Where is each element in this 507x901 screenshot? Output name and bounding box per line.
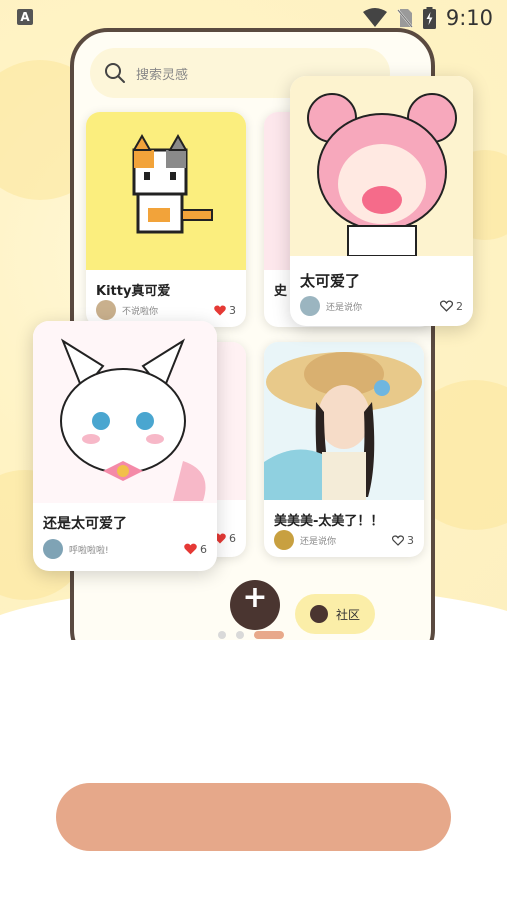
community-icon xyxy=(309,605,328,623)
card-author: 还是说你 xyxy=(326,302,363,313)
card-meta: 还是说你 2 xyxy=(300,296,463,316)
avatar xyxy=(96,300,116,320)
page-indicator xyxy=(218,631,284,639)
pink-girl-illustration xyxy=(307,93,457,257)
battery-charging-icon xyxy=(422,7,436,29)
cat-illustration xyxy=(132,133,213,234)
card-title: 太可爱了 xyxy=(300,272,361,290)
add-post-button[interactable]: + xyxy=(230,580,280,630)
heart-outline-icon xyxy=(392,534,404,546)
like-button[interactable]: 6 xyxy=(214,532,236,545)
like-button[interactable]: 2 xyxy=(440,300,463,313)
floating-card[interactable]: 太可爱了 还是说你 2 xyxy=(290,76,473,326)
card-author: 呼啦啦啦! xyxy=(69,545,109,556)
search-placeholder: 搜索灵感 xyxy=(136,67,189,83)
like-count: 3 xyxy=(229,303,236,317)
card-meta: 还是说你 3 xyxy=(274,530,414,550)
wifi-icon xyxy=(362,8,387,27)
card-title: 还是太可爱了 xyxy=(43,516,127,532)
app-indicator-icon: A xyxy=(17,9,33,25)
avatar xyxy=(300,296,320,316)
page-dot-active xyxy=(254,631,284,639)
girl-straw-hat-image xyxy=(264,342,424,500)
card-title: 美美美-太美了！！ xyxy=(274,514,384,529)
feed-card[interactable]: 美美美-太美了！！ 还是说你 3 xyxy=(264,342,424,557)
hero-illustration: A 9:10 搜索灵感 Kitty真可爱 不说啦你 3 史 美美美-太美了！！ … xyxy=(0,0,507,640)
card-author: 还是说你 xyxy=(300,536,337,547)
avatar xyxy=(274,530,294,550)
community-label: 社区 xyxy=(335,607,360,622)
heart-outline-icon xyxy=(440,300,453,312)
search-icon xyxy=(105,63,125,83)
primary-action-button[interactable] xyxy=(56,783,451,851)
like-count: 6 xyxy=(229,532,236,545)
heart-filled-icon xyxy=(214,305,226,315)
girl-illustration xyxy=(264,352,422,500)
feed-card[interactable]: Kitty真可爱 不说啦你 3 xyxy=(86,112,246,327)
card-meta: 呼啦啦啦! 6 xyxy=(43,539,207,559)
floating-card[interactable]: 还是太可爱了 呼啦啦啦! 6 xyxy=(33,321,217,571)
pixel-pink-hair-girl-image xyxy=(290,76,473,257)
like-button[interactable]: 3 xyxy=(392,534,414,547)
pixel-calico-cat-image xyxy=(86,112,246,270)
card-author: 不说啦你 xyxy=(122,306,159,317)
page-dot xyxy=(236,631,244,639)
kitten-illustration xyxy=(60,338,206,501)
status-time: 9:10 xyxy=(445,6,493,30)
pixel-white-kitten-image xyxy=(33,321,217,503)
page-dot xyxy=(218,631,226,639)
card-title: 史 xyxy=(274,284,288,299)
community-tab[interactable]: 社区 xyxy=(295,594,375,634)
like-count: 6 xyxy=(200,542,207,556)
card-title: Kitty真可爱 xyxy=(96,284,171,299)
heart-filled-icon xyxy=(184,543,197,555)
like-button[interactable]: 6 xyxy=(184,543,207,556)
like-button[interactable]: 3 xyxy=(214,304,236,317)
like-count: 2 xyxy=(456,299,463,313)
like-count: 3 xyxy=(407,533,414,547)
card-meta: 不说啦你 3 xyxy=(96,300,236,320)
no-sim-icon xyxy=(397,9,413,28)
avatar xyxy=(43,539,63,559)
status-icons: 9:10 xyxy=(362,6,493,30)
